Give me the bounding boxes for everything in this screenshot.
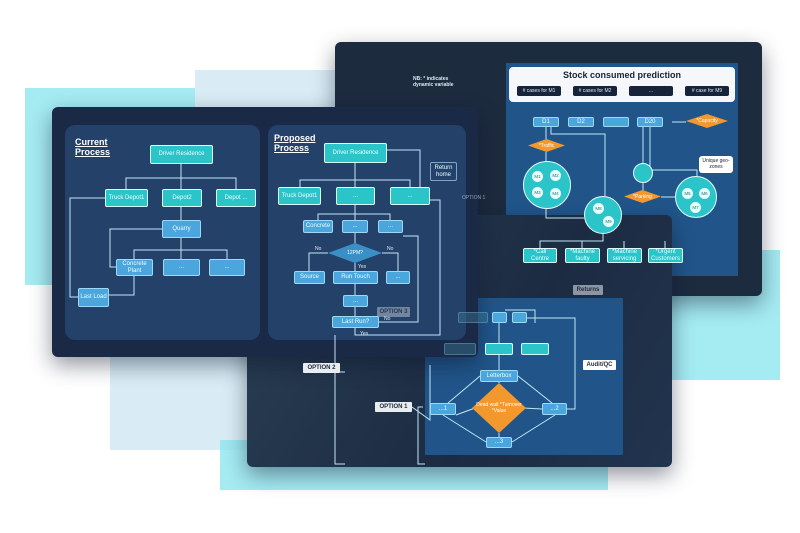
output-box[interactable]: *Machine servicing (607, 248, 642, 263)
day-box[interactable] (603, 117, 629, 127)
day-box[interactable]: D1 (533, 117, 559, 127)
pill: ... (629, 86, 673, 96)
machine-badge: M5 (682, 188, 693, 199)
node-quarry[interactable]: Quarry (162, 220, 201, 238)
machine-group-circle[interactable]: M1 M2 M3 M4 (523, 161, 571, 209)
machine-badge: M9 (603, 216, 614, 227)
machine-badge: M2 (550, 170, 561, 181)
node-placeholder[interactable]: ... (209, 259, 245, 276)
node-concrete[interactable]: Concrete (303, 220, 333, 233)
parking-decision[interactable]: *Parking (624, 190, 661, 203)
option2-label: OPTION 2 (303, 363, 340, 373)
nb-note: NB: * indicates dynamic variable (413, 76, 454, 88)
machine-badge: M3 (532, 187, 543, 198)
machine-group-circle[interactable]: M5 M6 M7 (675, 176, 717, 218)
returns-label: Returns (573, 285, 603, 295)
machine-badge: M7 (690, 202, 701, 213)
option1-label-faded: OPTION 1 (462, 195, 486, 201)
node-faded[interactable] (444, 343, 476, 355)
capacity-decision[interactable]: *Capacity (686, 114, 728, 128)
output-box[interactable]: *Call Centre (523, 248, 557, 263)
pill: # cases for M2 (573, 86, 617, 96)
node-truck-depot[interactable]: Truck Depot1 (278, 187, 321, 205)
edge-label-no: No (387, 246, 394, 252)
node-driver-residence[interactable]: Driver Residence (150, 145, 213, 164)
edge-label-no: No (315, 246, 322, 252)
machine-badge: M1 (532, 171, 543, 182)
node-placeholder[interactable]: ... (336, 187, 375, 205)
node-1[interactable]: ...1 (430, 403, 456, 415)
node-placeholder[interactable]: ... (378, 220, 403, 233)
node-placeholder[interactable]: ... (342, 220, 368, 233)
pill: # cases for M1 (517, 86, 561, 96)
day-box[interactable]: D20 (637, 117, 663, 127)
option1-label: OPTION 1 (375, 402, 412, 412)
node-last-run[interactable]: Last Run? (332, 316, 379, 328)
option3-label: OPTION 3 (377, 307, 410, 317)
geo-zones-callout: Unique geo-zones (699, 156, 733, 173)
pill: # case for M9 (685, 86, 729, 96)
node-3[interactable]: ...3 (486, 437, 512, 448)
backdrop-panel (195, 70, 345, 110)
return-home-box[interactable]: Return home (430, 162, 457, 181)
node-truck-depot[interactable]: Truck Depot1 (105, 189, 148, 207)
node-placeholder[interactable]: ... (343, 295, 368, 307)
node-driver-residence[interactable]: Driver Residence (324, 143, 387, 163)
machine-group-circle[interactable]: M8 M9 (584, 196, 622, 234)
day-box[interactable]: D2 (568, 117, 594, 127)
node-2[interactable]: ...2 (542, 403, 567, 415)
audit-decision[interactable]: Dead wait *Turnover *Value (472, 383, 526, 433)
machine-badge: M6 (699, 188, 710, 199)
output-box[interactable]: *Machine faulty (565, 248, 600, 263)
node-placeholder[interactable]: ... (386, 271, 410, 284)
node-placeholder[interactable]: ... (163, 259, 200, 276)
node-source[interactable]: Source (294, 271, 325, 284)
traffic-decision[interactable]: *Traffic (528, 139, 565, 152)
output-box[interactable]: *Urgent Customers (648, 248, 683, 263)
diagram-collage: NB: * indicates dynamic variable Stock c… (0, 0, 800, 533)
audit-qc-label: Audit/QC (583, 360, 616, 370)
node-small[interactable] (512, 312, 527, 323)
machine-badge: M8 (593, 203, 604, 214)
node-run-touch[interactable]: Run Touch (333, 271, 378, 284)
parking-circle[interactable] (633, 163, 653, 183)
node-faded[interactable] (458, 312, 488, 323)
edge-label-yes: Yes (358, 264, 367, 270)
node-teal[interactable] (521, 343, 549, 355)
stock-title: Stock consumed prediction (562, 70, 682, 80)
current-process-title: Current Process (75, 137, 111, 157)
node-last-load[interactable]: Last Load (78, 288, 109, 307)
node-letterbox[interactable]: Letterbox (480, 370, 518, 382)
node-teal[interactable] (485, 343, 513, 355)
node-small[interactable] (492, 312, 507, 323)
node-depot2[interactable]: Depot2 (162, 189, 202, 207)
machine-badge: M4 (550, 188, 561, 199)
node-depot[interactable]: Depot ... (216, 189, 256, 207)
edge-label-yes: Yes (360, 331, 369, 337)
proposed-process-title: Proposed Process (274, 133, 316, 153)
node-concrete-plant[interactable]: Concrete Plant (116, 259, 153, 276)
decision-12pm[interactable]: 12PM? (328, 243, 382, 263)
node-placeholder[interactable]: ... (390, 187, 430, 205)
